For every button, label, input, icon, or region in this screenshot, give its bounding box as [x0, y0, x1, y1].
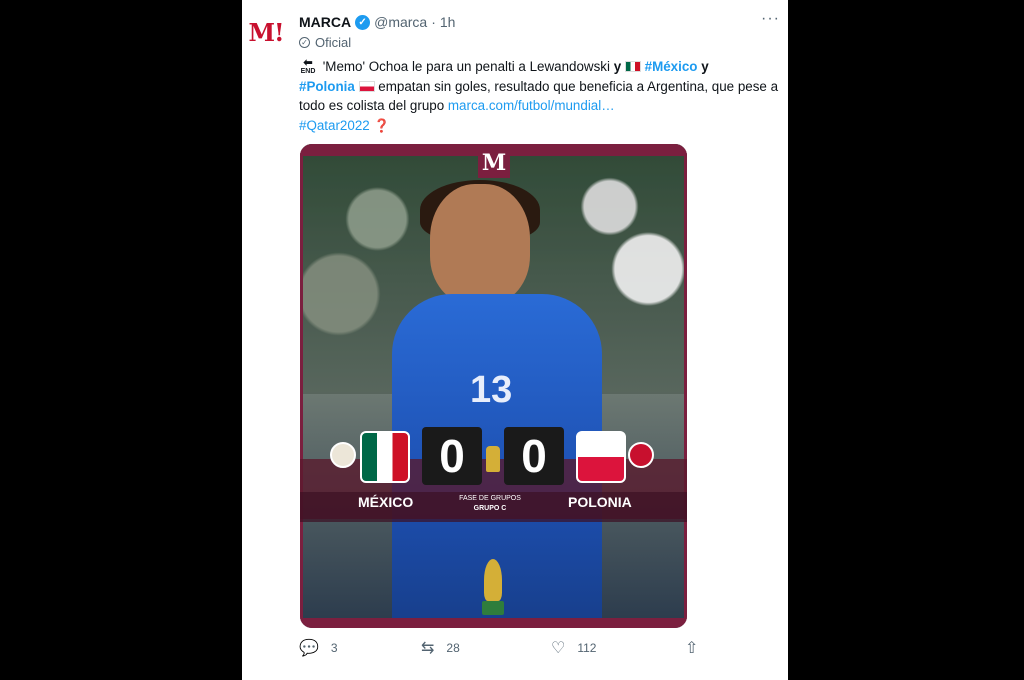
retweet-count: 28 [446, 641, 460, 655]
home-team-name: MÉXICO [358, 494, 414, 510]
away-team-name: POLONIA [568, 494, 632, 510]
poland-crest-icon [628, 442, 654, 468]
author-handle[interactable]: @marca [374, 14, 427, 30]
frame-right [684, 144, 687, 628]
stage-info: FASE DE GRUPOS GRUPO C [440, 494, 540, 514]
separator-dot: · [431, 14, 436, 30]
hashtag-mexico[interactable]: #México [645, 59, 698, 74]
like-count: 112 [577, 641, 597, 655]
marca-logo: M! [248, 17, 284, 47]
poland-flag-icon [358, 80, 375, 92]
trophy-emoji-icon: ❓ [373, 117, 390, 133]
more-options-icon[interactable]: ··· [761, 10, 780, 28]
home-score: 0 [422, 427, 482, 485]
poland-flag-large [576, 431, 626, 483]
trophy-mini-icon [486, 446, 500, 472]
article-link[interactable]: marca.com/futbol/mundial… [448, 98, 615, 113]
tweet-card[interactable]: M! MARCA ✓ @marca · 1h ··· ✓ Oficial ⬅ EN… [242, 0, 788, 680]
mexico-flag-icon [624, 61, 641, 72]
stage-label: FASE DE GRUPOS [459, 495, 521, 502]
verified-badge-icon: ✓ [355, 14, 371, 30]
heart-icon: ♡ [551, 640, 566, 657]
avatar[interactable]: M! [248, 14, 285, 50]
retweet-icon: ⇆ [421, 640, 435, 657]
share-icon: ⇧ [685, 640, 699, 657]
text-y-2: y [701, 59, 709, 74]
group-label: GRUPO C [473, 505, 507, 512]
marca-badge: M [478, 148, 510, 178]
hashtag-qatar[interactable]: #Qatar2022 [299, 118, 370, 133]
world-cup-trophy-icon [478, 559, 508, 617]
frame-bottom [300, 618, 687, 628]
official-check-icon: ✓ [299, 37, 310, 48]
end-arrow-icon: ⬅ END [300, 57, 316, 76]
away-score: 0 [504, 427, 564, 485]
tweet-header: MARCA ✓ @marca · 1h [299, 12, 778, 32]
jersey-number: 13 [470, 369, 513, 411]
reply-count: 3 [330, 641, 338, 655]
mexico-crest-icon [330, 442, 356, 468]
tweet-image[interactable]: 13 M 0 0 MÉXICO FASE DE GRUPOS GRUPO C P… [300, 144, 687, 628]
reply-button[interactable]: 💬 3 [299, 638, 338, 658]
like-button[interactable]: ♡ 112 [551, 638, 596, 658]
text-part-1: 'Memo' Ochoa le para un penalti a Lewand… [322, 59, 610, 74]
share-button[interactable]: ⇧ [685, 638, 710, 658]
author-name[interactable]: MARCA [299, 14, 351, 30]
official-text: Oficial [315, 35, 352, 50]
hashtag-polonia[interactable]: #Polonia [299, 79, 355, 94]
tweet-text: ⬅ END 'Memo' Ochoa le para un penalti a L… [299, 57, 779, 135]
tweet-actions: 💬 3 ⇆ 28 ♡ 112 ⇧ [299, 638, 779, 660]
mexico-flag-large [360, 431, 410, 483]
player-head [430, 184, 530, 304]
official-label: ✓ Oficial [299, 35, 351, 50]
reply-icon: 💬 [299, 640, 319, 657]
timestamp[interactable]: 1h [440, 14, 456, 30]
retweet-button[interactable]: ⇆ 28 [421, 638, 460, 658]
frame-left [300, 144, 303, 628]
text-y-1: y [613, 59, 622, 74]
